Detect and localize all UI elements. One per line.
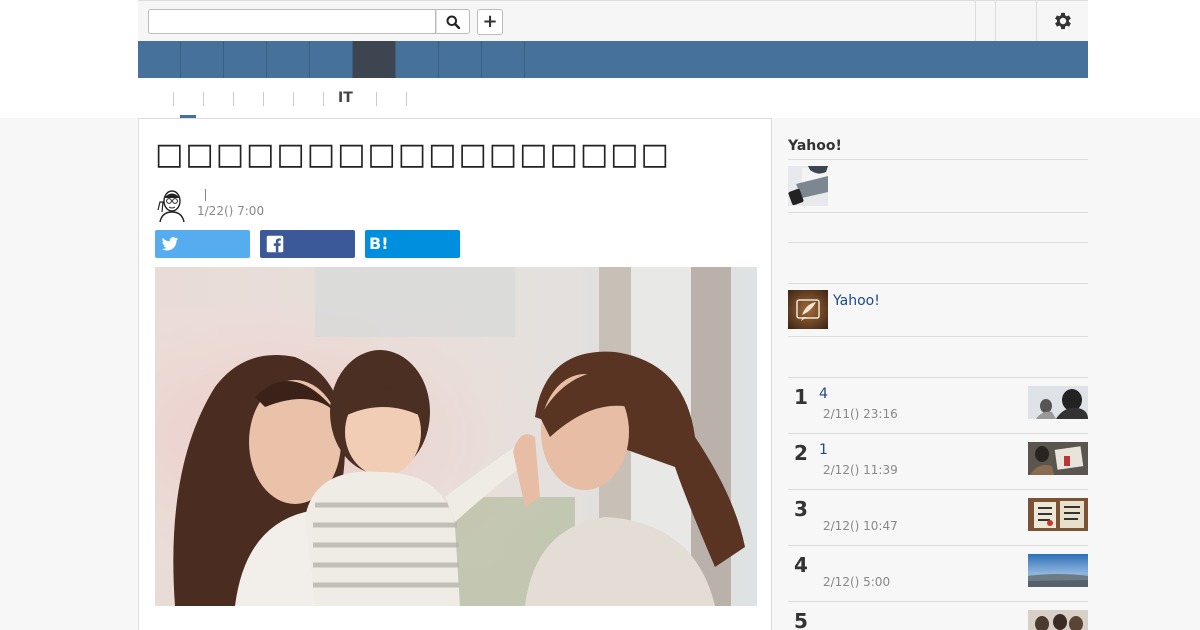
divider: [788, 336, 1088, 337]
top-bar: +: [138, 0, 1088, 41]
top-bar-divider: [975, 1, 976, 41]
sidebar-promo-thumbnail[interactable]: [788, 290, 828, 329]
sub-nav-divider: [173, 92, 174, 106]
article-date: 1/22() 7:00: [197, 204, 265, 218]
author-avatar[interactable]: [154, 188, 188, 222]
sub-nav-divider: [263, 92, 264, 106]
divider: [788, 283, 1088, 284]
ranking-thumbnail[interactable]: [1028, 442, 1088, 475]
sidebar: Yahoo! Yahoo! 1 4 2/11() 23:16 2 1 2/12(…: [788, 118, 1088, 630]
top-bar-divider: [995, 1, 996, 41]
nav-tab[interactable]: [138, 41, 181, 78]
hatena-bookmark-button[interactable]: B!: [365, 230, 460, 258]
nav-tab[interactable]: [224, 41, 267, 78]
nav-tab[interactable]: [439, 41, 482, 78]
plus-icon: +: [482, 11, 498, 32]
sub-nav-divider: [203, 92, 204, 106]
ranking-date: 2/12() 5:00: [823, 575, 891, 589]
facebook-icon: [266, 235, 284, 253]
facebook-share-button[interactable]: [260, 230, 355, 258]
ranking-thumbnail[interactable]: [1028, 386, 1088, 419]
ranking-date: 2/12() 11:39: [823, 463, 898, 477]
ranking-item[interactable]: 4 2/12() 5:00: [788, 545, 1088, 601]
ranking-thumbnail[interactable]: [1028, 610, 1088, 630]
article-main: □□□□□□□□□□□□□□□□□ 1/22() 7:00 B!: [138, 118, 772, 630]
ranking-title[interactable]: 4: [819, 386, 828, 402]
ranking-thumbnail[interactable]: [1028, 554, 1088, 587]
ranking-number: 1: [794, 385, 808, 409]
author-separator: [205, 189, 206, 201]
divider: [788, 212, 1088, 213]
ranking-item[interactable]: 5: [788, 601, 1088, 630]
hatena-bookmark-icon: B!: [369, 234, 389, 253]
ranking-date: 2/12() 10:47: [823, 519, 898, 533]
divider: [788, 242, 1088, 243]
sidebar-promo-link[interactable]: Yahoo!: [833, 293, 880, 309]
sub-nav-divider: [323, 92, 324, 106]
ranking-number: 3: [794, 497, 808, 521]
nav-tab[interactable]: [310, 41, 353, 78]
ranking-thumbnail[interactable]: [1028, 498, 1088, 531]
ranking-number: 5: [794, 609, 808, 630]
sub-nav: IT: [138, 78, 1088, 118]
nav-tab-active[interactable]: [353, 41, 396, 78]
sidebar-heading: Yahoo!: [788, 138, 842, 154]
nav-tab[interactable]: [267, 41, 310, 78]
twitter-share-button[interactable]: [155, 230, 250, 258]
article-title: □□□□□□□□□□□□□□□□□: [155, 137, 671, 172]
divider: [788, 159, 1088, 160]
ranking-number: 2: [794, 441, 808, 465]
ranking-number: 4: [794, 553, 808, 577]
nav-tab[interactable]: [482, 41, 525, 78]
sub-nav-item-it[interactable]: IT: [338, 90, 353, 106]
gear-icon[interactable]: [1052, 10, 1074, 32]
article-main-photo: [155, 267, 757, 606]
sub-nav-divider: [233, 92, 234, 106]
ranking-item[interactable]: 3 2/12() 10:47: [788, 489, 1088, 545]
top-bar-divider: [1036, 1, 1037, 41]
add-button[interactable]: +: [477, 9, 503, 35]
sub-nav-divider: [293, 92, 294, 106]
ranking-item[interactable]: 1 4 2/11() 23:16: [788, 377, 1088, 433]
search-icon: [446, 15, 460, 29]
sub-nav-divider: [406, 92, 407, 106]
category-nav: [138, 41, 1088, 78]
ranking-title[interactable]: 1: [819, 442, 828, 458]
nav-tab[interactable]: [396, 41, 439, 78]
nav-tab[interactable]: [181, 41, 224, 78]
sidebar-thumbnail[interactable]: [788, 166, 828, 206]
search-input[interactable]: [148, 9, 436, 34]
twitter-bird-icon: [161, 237, 179, 251]
search-button[interactable]: [436, 9, 470, 34]
ranking-date: 2/11() 23:16: [823, 407, 898, 421]
sub-nav-divider: [376, 92, 377, 106]
ranking-item[interactable]: 2 1 2/12() 11:39: [788, 433, 1088, 489]
